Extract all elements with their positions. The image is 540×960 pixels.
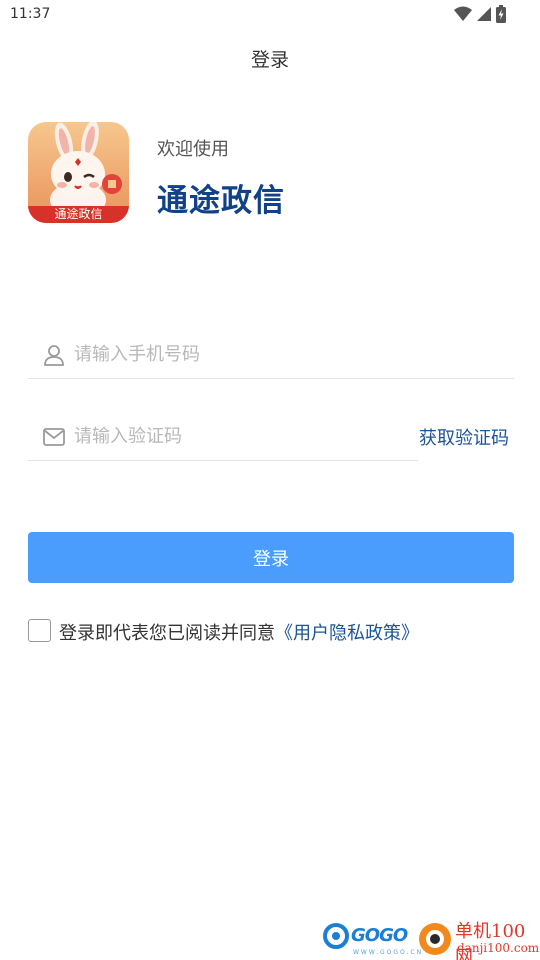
status-icons (454, 5, 506, 27)
wifi-icon (454, 6, 472, 26)
phone-field (28, 331, 514, 379)
agreement-text: 登录即代表您已阅读并同意《用户隐私政策》 (59, 619, 419, 645)
privacy-policy-link[interactable]: 《用户隐私政策》 (275, 623, 419, 644)
watermark: GOGO WWW.GOGO.CN 单机100网 danji100.com (323, 915, 540, 960)
phone-input[interactable] (74, 334, 404, 375)
welcome-text: 欢迎使用 (157, 139, 229, 160)
app-logo: 通途政信 (28, 122, 129, 223)
agreement-label: 登录即代表您已阅读并同意 (59, 623, 275, 644)
watermark-gogo-sub: WWW.GOGO.CN (353, 949, 424, 956)
gogo-logo-icon (323, 923, 349, 953)
app-name: 通途政信 (157, 183, 285, 219)
user-icon (42, 343, 66, 367)
get-code-button[interactable]: 获取验证码 (419, 424, 509, 450)
mail-icon (42, 425, 66, 449)
code-input[interactable] (74, 416, 344, 457)
app-logo-label: 通途政信 (54, 207, 103, 221)
login-button[interactable]: 登录 (28, 532, 514, 583)
cellular-signal-icon (476, 6, 492, 26)
page-title: 登录 (250, 49, 289, 71)
battery-charging-icon (496, 5, 506, 27)
login-button-label: 登录 (253, 548, 289, 570)
watermark-domain: danji100.com (457, 941, 540, 955)
watermark-mascot-icon (417, 919, 453, 960)
status-time: 11:37 (10, 6, 51, 22)
login-screen: 11:37 登录 通途政信 欢迎使用 通途政信 请输入手机号码 请输入验证码 获… (0, 0, 540, 960)
code-field (28, 413, 418, 461)
agreement-checkbox[interactable] (28, 619, 51, 642)
watermark-gogo: GOGO (351, 925, 408, 946)
status-bar: 11:37 (0, 0, 540, 30)
